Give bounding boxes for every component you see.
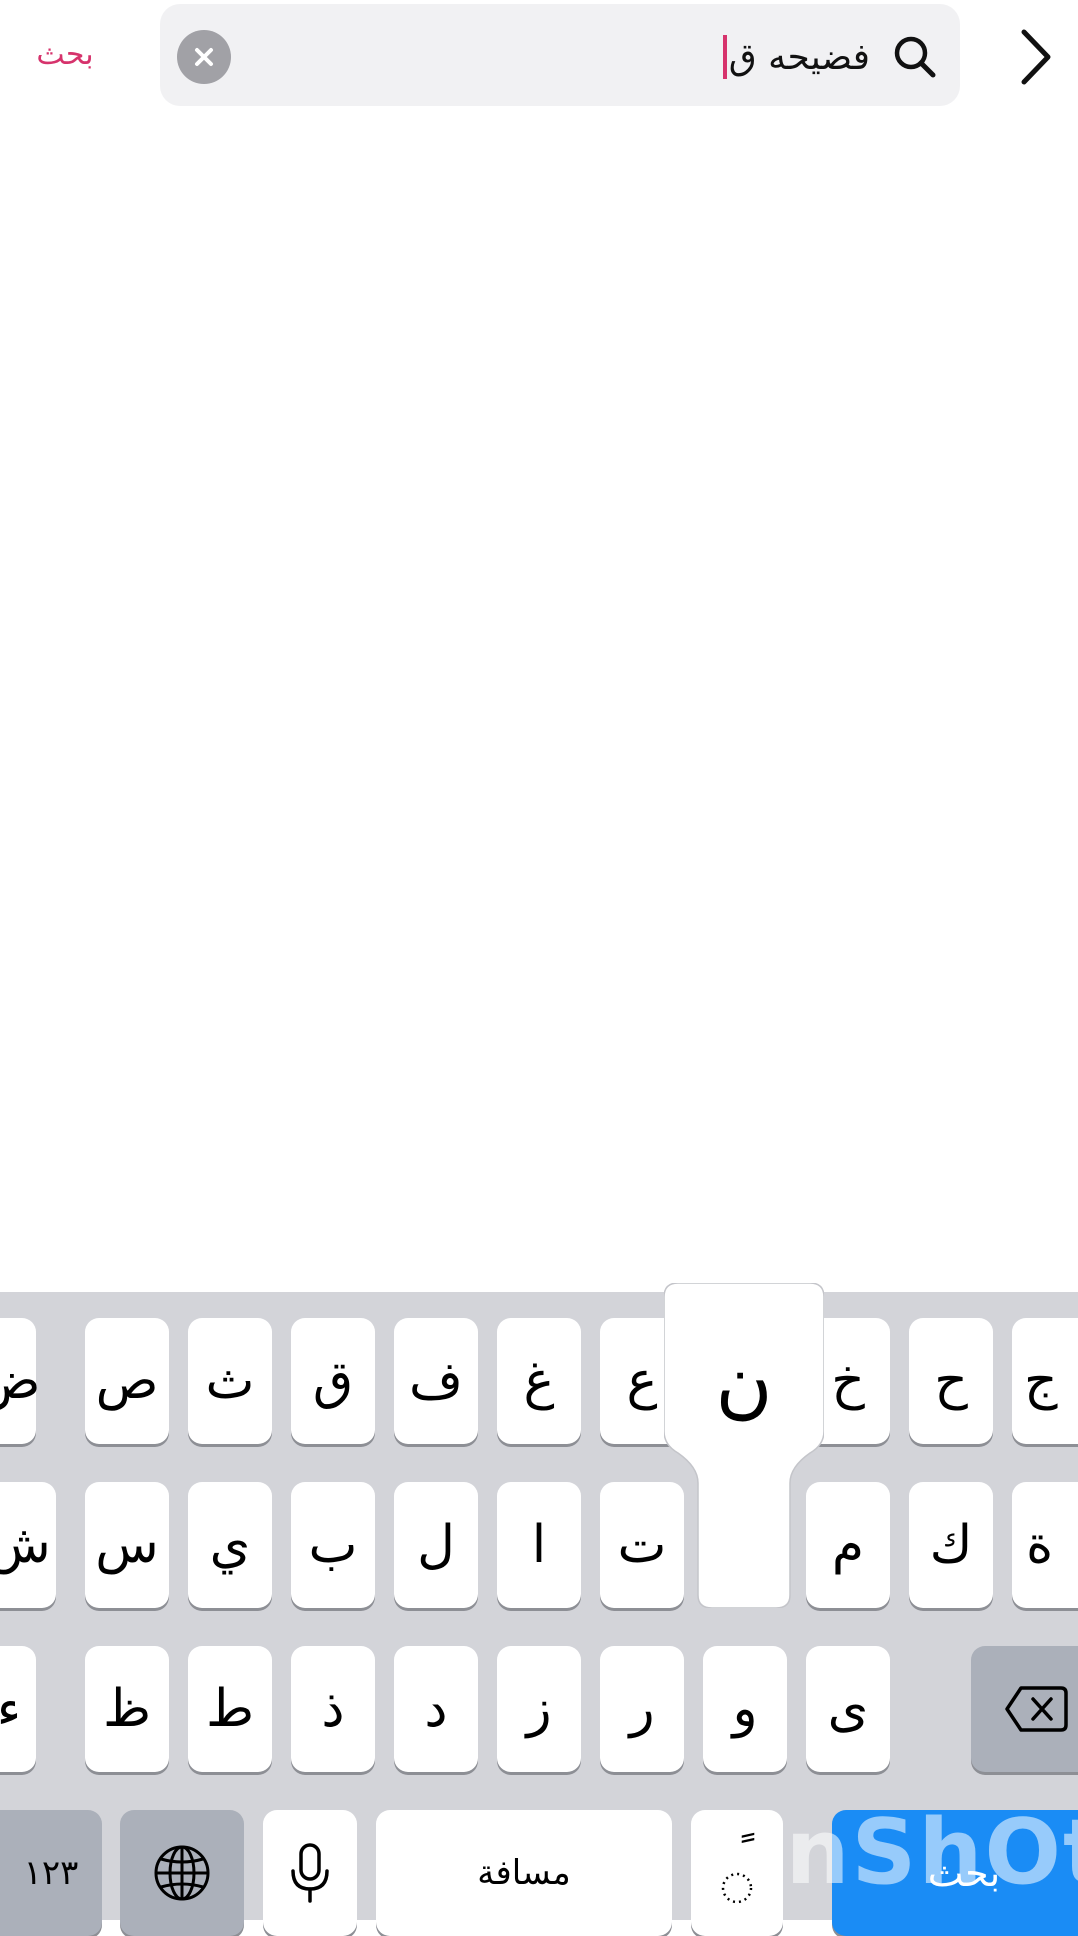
key-sin[interactable]: س — [85, 1482, 169, 1608]
search-field[interactable]: فضيحه ق — [160, 4, 960, 106]
search-input-text: فضيحه ق — [728, 36, 870, 78]
dotted-circle-icon — [721, 1872, 753, 1904]
globe-key[interactable] — [120, 1810, 244, 1936]
key-zay[interactable]: ز — [497, 1646, 581, 1772]
key-kaf[interactable]: ك — [909, 1482, 993, 1608]
search-input[interactable]: فضيحه ق — [722, 32, 870, 82]
key-jim[interactable]: ج — [1012, 1318, 1078, 1444]
key-waw[interactable]: و — [703, 1646, 787, 1772]
key-fa[interactable]: ف — [394, 1318, 478, 1444]
key-nun-preview: ن — [715, 1338, 773, 1428]
key-ghain[interactable]: غ — [497, 1318, 581, 1444]
key-tta[interactable]: ط — [188, 1646, 272, 1772]
key-hha[interactable]: ح — [909, 1318, 993, 1444]
cancel-button[interactable]: بحث — [20, 30, 110, 80]
key-hamza[interactable]: ء — [0, 1646, 36, 1772]
key-ya[interactable]: ي — [188, 1482, 272, 1608]
search-submit-key[interactable]: بحث — [832, 1810, 1078, 1936]
key-qaf[interactable]: ق — [291, 1318, 375, 1444]
key-tha[interactable]: ث — [188, 1318, 272, 1444]
numbers-key[interactable]: ١٢٣ — [0, 1810, 102, 1936]
key-alif[interactable]: ا — [497, 1482, 581, 1608]
text-caret — [722, 35, 727, 79]
key-ta-marbuta[interactable]: ة — [1012, 1482, 1078, 1608]
top-bar: بحث فضيحه ق — [0, 0, 1078, 110]
key-alif-maqsura[interactable]: ى — [806, 1646, 890, 1772]
key-dal[interactable]: د — [394, 1646, 478, 1772]
microphone-icon — [291, 1843, 329, 1903]
space-key[interactable]: مسافة — [376, 1810, 672, 1936]
key-ra[interactable]: ر — [600, 1646, 684, 1772]
chevron-right-icon[interactable] — [1010, 22, 1060, 92]
key-shin[interactable]: ش — [0, 1482, 56, 1608]
key-dhal[interactable]: ذ — [291, 1646, 375, 1772]
globe-icon — [154, 1845, 210, 1901]
delete-key[interactable] — [971, 1646, 1078, 1772]
key-ba[interactable]: ب — [291, 1482, 375, 1608]
clear-icon[interactable] — [177, 30, 231, 84]
key-zha[interactable]: ظ — [85, 1646, 169, 1772]
delete-icon — [1005, 1686, 1068, 1732]
search-icon — [894, 36, 936, 78]
key-dad[interactable]: ض — [0, 1318, 40, 1444]
microphone-key[interactable] — [263, 1810, 357, 1936]
key-sad[interactable]: ص — [85, 1318, 169, 1444]
diacritic-key[interactable]: ً — [691, 1810, 783, 1936]
key-lam[interactable]: ل — [394, 1482, 478, 1608]
